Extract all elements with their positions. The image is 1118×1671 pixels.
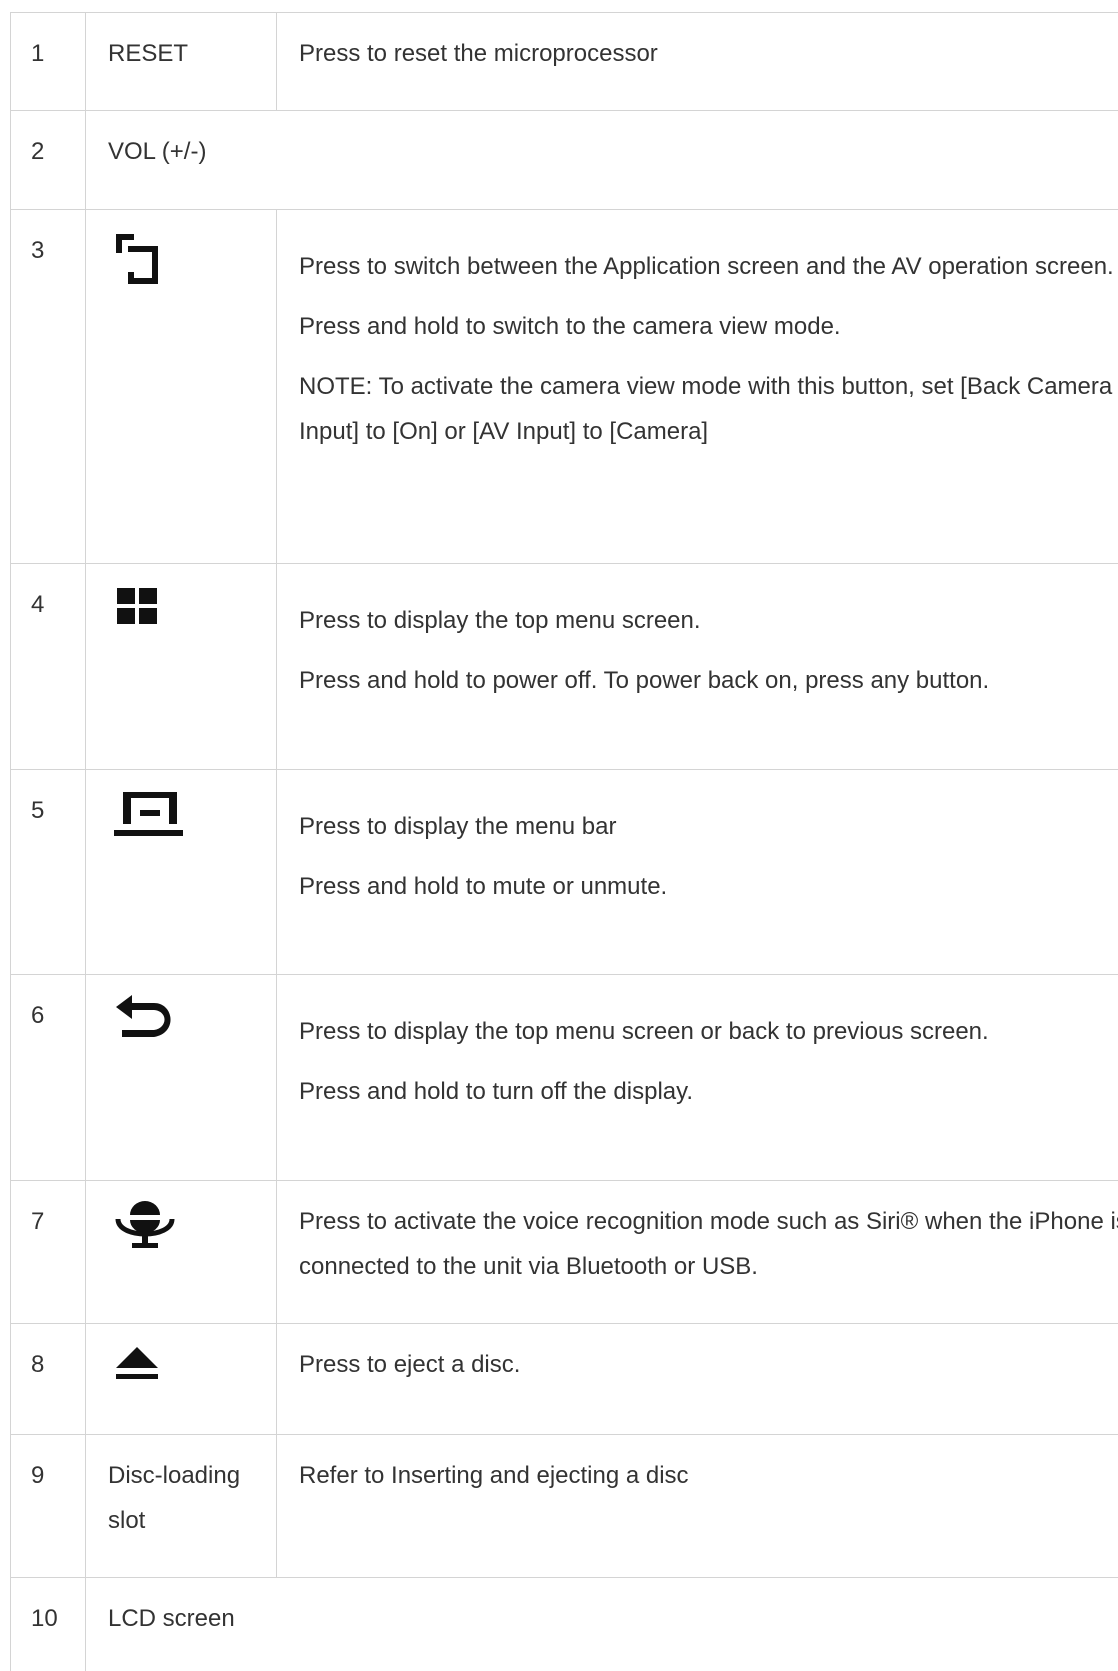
table-row: 5 Press to display the menu bar Press an… bbox=[11, 770, 1118, 975]
description-text: Refer to Inserting and ejecting a disc bbox=[299, 1453, 1118, 1498]
control-description: Press to display the top menu screen or … bbox=[277, 975, 1118, 1181]
control-icon-cell bbox=[86, 1324, 277, 1435]
row-number: 8 bbox=[11, 1324, 86, 1435]
table-row: 3 Press to switch between the Applicatio… bbox=[11, 210, 1118, 564]
table-row: 1 RESET Press to reset the microprocesso… bbox=[11, 13, 1118, 111]
control-icon-cell bbox=[86, 1181, 277, 1324]
control-description: Press to display the top menu screen. Pr… bbox=[277, 564, 1118, 770]
table-row: 8 Press to eject a disc. bbox=[11, 1324, 1118, 1435]
description-text: Press and hold to power off. To power ba… bbox=[299, 658, 1118, 703]
description-text: Press to eject a disc. bbox=[299, 1342, 1118, 1387]
grid-menu-icon bbox=[114, 582, 184, 642]
control-label: VOL (+/-) bbox=[86, 111, 1118, 210]
table-row: 4 Press to display the top menu screen. … bbox=[11, 564, 1118, 770]
control-description: Press to eject a disc. bbox=[277, 1324, 1118, 1435]
control-icon-cell bbox=[86, 975, 277, 1181]
row-number: 2 bbox=[11, 111, 86, 210]
control-icon-cell bbox=[86, 770, 277, 975]
table-row: 6 Press to display the top menu screen o… bbox=[11, 975, 1118, 1181]
table-row: 9 Disc-loading slot Refer to Inserting a… bbox=[11, 1435, 1118, 1578]
control-description: Press to display the menu bar Press and … bbox=[277, 770, 1118, 975]
control-description: Press to reset the microprocessor bbox=[277, 13, 1118, 111]
row-number: 7 bbox=[11, 1181, 86, 1324]
table-row: 7 Press to activate the voice recognitio… bbox=[11, 1181, 1118, 1324]
description-text: Press to switch between the Application … bbox=[299, 244, 1118, 289]
eject-icon bbox=[114, 1342, 184, 1402]
description-text: Press and hold to turn off the display. bbox=[299, 1069, 1118, 1114]
control-description: Refer to Inserting and ejecting a disc bbox=[277, 1435, 1118, 1578]
menu-bar-icon bbox=[114, 788, 184, 848]
control-label: Disc-loading slot bbox=[86, 1435, 277, 1578]
row-number: 10 bbox=[11, 1578, 86, 1671]
back-arrow-icon bbox=[114, 993, 184, 1053]
description-text: Press to reset the microprocessor bbox=[299, 31, 1118, 76]
screen-switch-icon bbox=[114, 228, 184, 288]
description-text: Press to display the top menu screen. bbox=[299, 598, 1118, 643]
row-number: 1 bbox=[11, 13, 86, 111]
description-text: Press to display the menu bar bbox=[299, 804, 1118, 849]
control-icon-cell bbox=[86, 210, 277, 564]
row-number: 5 bbox=[11, 770, 86, 975]
table-row: 2 VOL (+/-) bbox=[11, 111, 1118, 210]
description-text: Press to activate the voice recognition … bbox=[299, 1199, 1118, 1289]
row-number: 4 bbox=[11, 564, 86, 770]
row-number: 9 bbox=[11, 1435, 86, 1578]
control-label: LCD screen bbox=[86, 1578, 1118, 1671]
table-row: 10 LCD screen bbox=[11, 1578, 1118, 1671]
control-description: Press to switch between the Application … bbox=[277, 210, 1118, 564]
microphone-icon bbox=[114, 1199, 184, 1259]
description-text: NOTE: To activate the camera view mode w… bbox=[299, 364, 1118, 454]
controls-table: 1 RESET Press to reset the microprocesso… bbox=[10, 12, 1118, 1671]
row-number: 3 bbox=[11, 210, 86, 564]
description-text: Press to display the top menu screen or … bbox=[299, 1009, 1118, 1054]
control-description: Press to activate the voice recognition … bbox=[277, 1181, 1118, 1324]
control-label: RESET bbox=[86, 13, 277, 111]
description-text: Press and hold to mute or unmute. bbox=[299, 864, 1118, 909]
control-icon-cell bbox=[86, 564, 277, 770]
row-number: 6 bbox=[11, 975, 86, 1181]
description-text: Press and hold to switch to the camera v… bbox=[299, 304, 1118, 349]
